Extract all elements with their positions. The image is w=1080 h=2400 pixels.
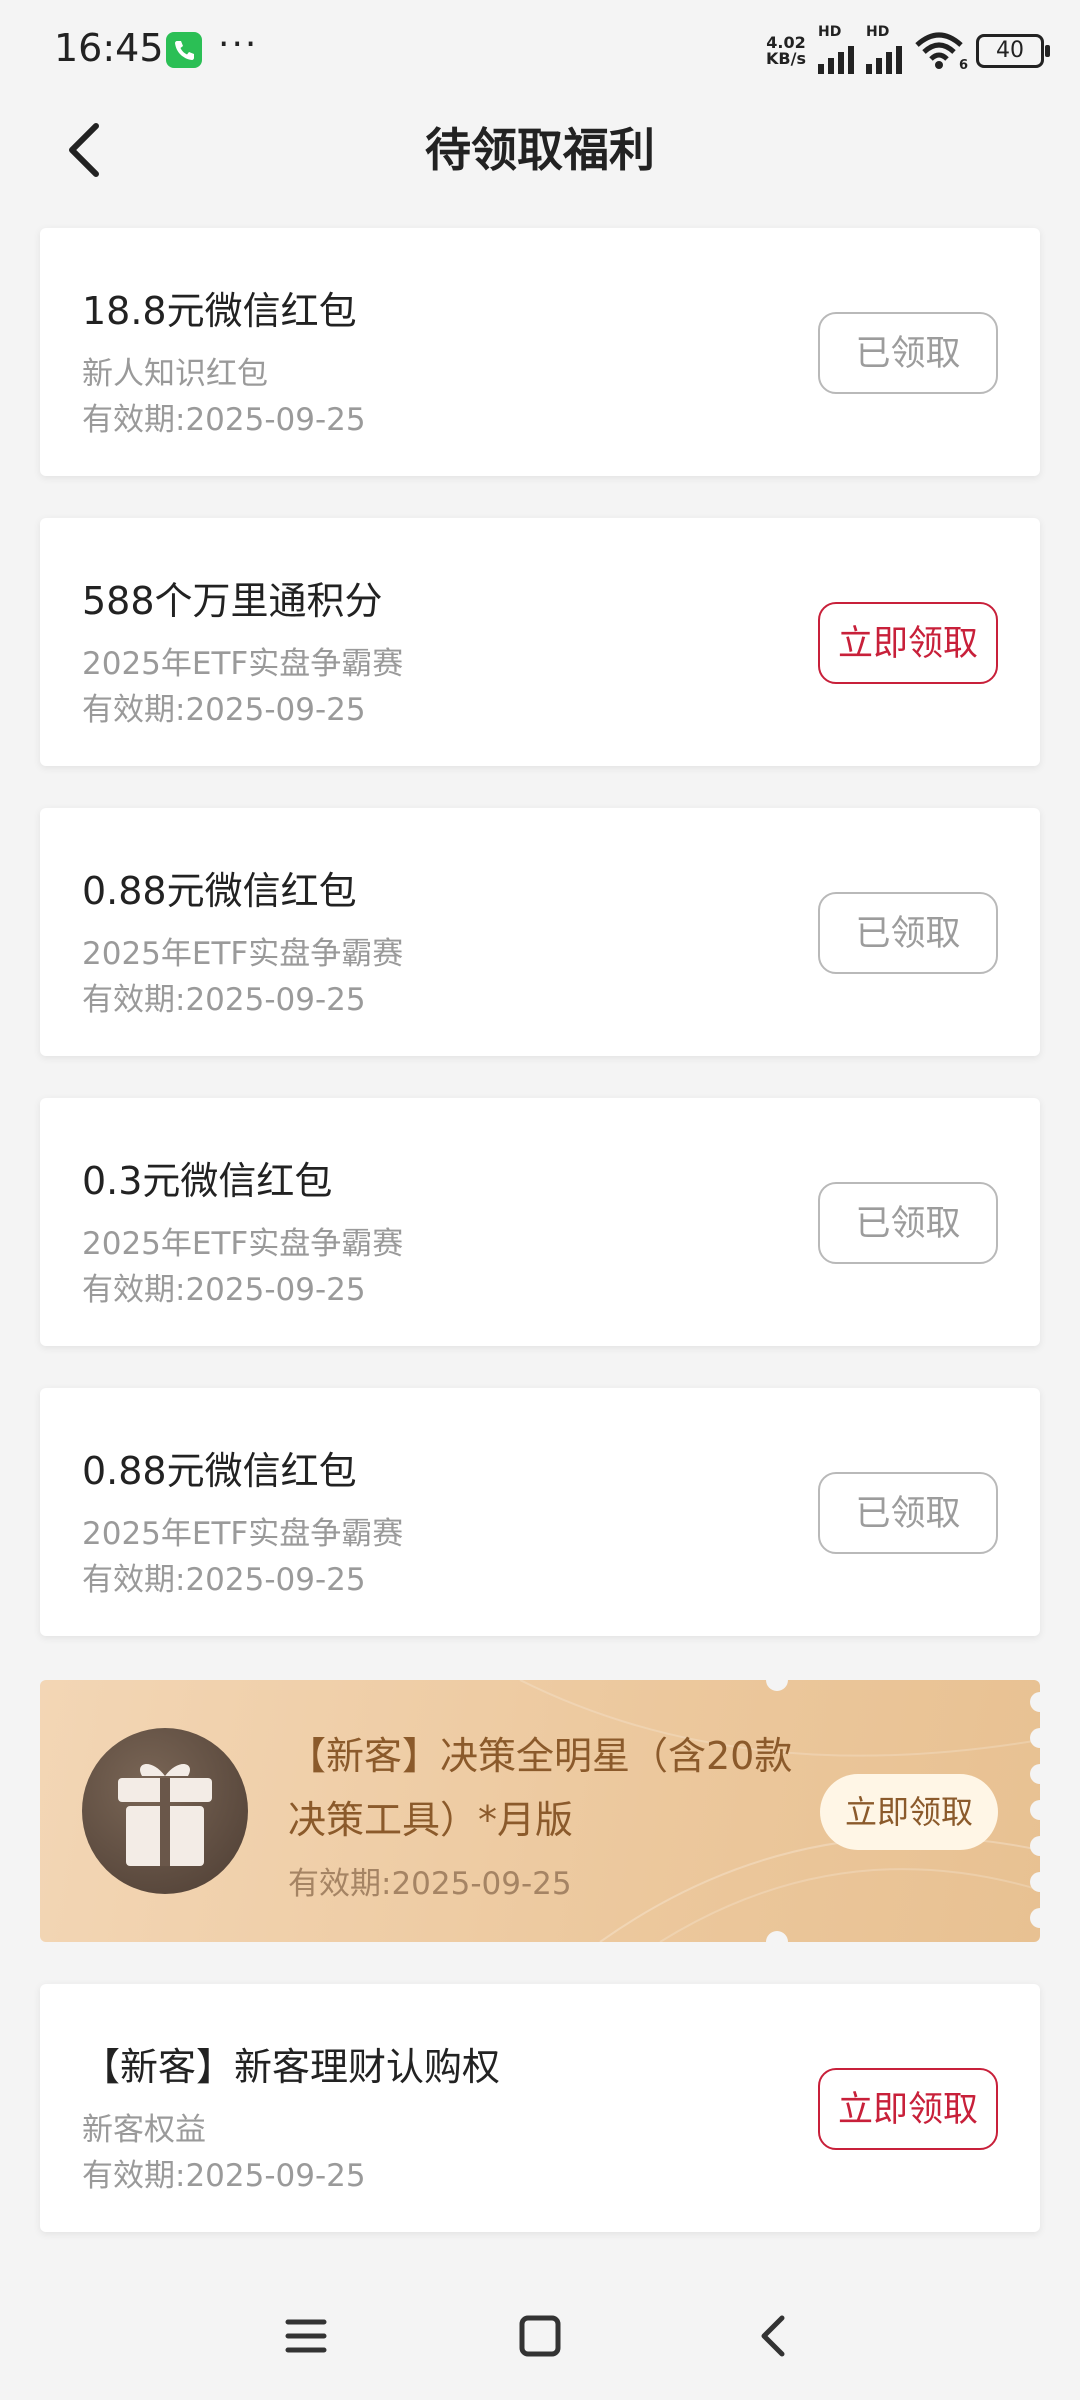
claimed-button[interactable]: 已领取 — [818, 312, 998, 394]
network-2-label: HD — [866, 24, 890, 40]
benefit-card: 【新客】新客理财认购权 新客权益 有效期:2025-09-25 立即领取 — [40, 1984, 1040, 2232]
benefit-subtitle: 新人知识红包 — [82, 356, 268, 392]
benefit-subtitle: 2025年ETF实盘争霸赛 — [82, 936, 404, 972]
home-icon[interactable] — [510, 2306, 570, 2366]
claimed-button[interactable]: 已领取 — [818, 892, 998, 974]
signal-2-icon: HD — [866, 24, 902, 74]
wifi-badge: 6 — [958, 58, 968, 73]
benefit-subtitle: 2025年ETF实盘争霸赛 — [82, 1516, 404, 1552]
benefit-card: 588个万里通积分 2025年ETF实盘争霸赛 有效期:2025-09-25 立… — [40, 518, 1040, 766]
claim-button[interactable]: 立即领取 — [818, 2068, 998, 2150]
benefit-subtitle: 新客权益 — [82, 2112, 206, 2148]
benefit-card: 0.88元微信红包 2025年ETF实盘争霸赛 有效期:2025-09-25 已… — [40, 1388, 1040, 1636]
promo-claim-button[interactable]: 立即领取 — [820, 1774, 998, 1850]
promo-title: 【新客】决策全明星（含20款决策工具）*月版 — [288, 1734, 793, 1842]
network-speed-unit: KB/s — [766, 49, 806, 68]
benefit-title: 588个万里通积分 — [82, 579, 383, 623]
benefit-subtitle: 2025年ETF实盘争霸赛 — [82, 1226, 404, 1262]
more-notifications-icon: ··· — [218, 24, 259, 65]
page-header: 待领取福利 — [0, 96, 1080, 202]
benefit-title: 0.88元微信红包 — [82, 1449, 357, 1493]
benefit-expiry: 有效期:2025-09-25 — [82, 1272, 366, 1308]
network-speed: 4.02 KB/s — [766, 35, 806, 67]
benefit-subtitle: 2025年ETF实盘争霸赛 — [82, 646, 404, 682]
claimed-button[interactable]: 已领取 — [818, 1182, 998, 1264]
status-time: 16:45 — [54, 26, 164, 70]
benefit-expiry: 有效期:2025-09-25 — [82, 982, 366, 1018]
gift-avatar — [82, 1728, 248, 1894]
network-1-label: HD — [818, 24, 842, 40]
wifi-icon: 6 — [914, 31, 968, 73]
benefit-card: 18.8元微信红包 新人知识红包 有效期:2025-09-25 已领取 — [40, 228, 1040, 476]
system-nav-bar — [0, 2286, 1080, 2386]
benefit-expiry: 有效期:2025-09-25 — [82, 2158, 366, 2194]
benefit-card: 0.3元微信红包 2025年ETF实盘争霸赛 有效期:2025-09-25 已领… — [40, 1098, 1040, 1346]
battery-level: 40 — [996, 38, 1024, 63]
benefit-title: 18.8元微信红包 — [82, 289, 357, 333]
benefit-title: 0.88元微信红包 — [82, 869, 357, 913]
status-bar: 16:45 ··· 4.02 KB/s HD HD 6 40 — [0, 0, 1080, 96]
status-indicators: 4.02 KB/s HD HD 6 40 — [766, 24, 1050, 76]
benefit-expiry: 有效期:2025-09-25 — [82, 1562, 366, 1598]
menu-icon[interactable] — [276, 2306, 336, 2366]
battery-icon: 40 — [976, 34, 1050, 68]
promo-coupon-card: 【新客】决策全明星（含20款决策工具）*月版 有效期:2025-09-25 立即… — [40, 1680, 1040, 1942]
claimed-button[interactable]: 已领取 — [818, 1472, 998, 1554]
back-icon[interactable] — [744, 2306, 804, 2366]
signal-1-icon: HD — [818, 24, 854, 74]
benefit-card: 0.88元微信红包 2025年ETF实盘争霸赛 有效期:2025-09-25 已… — [40, 808, 1040, 1056]
page-title: 待领取福利 — [425, 123, 655, 177]
benefit-expiry: 有效期:2025-09-25 — [82, 402, 366, 438]
benefit-title: 0.3元微信红包 — [82, 1159, 333, 1203]
benefit-title: 【新客】新客理财认购权 — [82, 2045, 501, 2089]
benefit-expiry: 有效期:2025-09-25 — [82, 692, 366, 728]
phone-call-icon — [166, 32, 202, 68]
claim-button[interactable]: 立即领取 — [818, 602, 998, 684]
promo-expiry: 有效期:2025-09-25 — [288, 1866, 572, 1902]
gift-icon — [118, 1763, 212, 1866]
